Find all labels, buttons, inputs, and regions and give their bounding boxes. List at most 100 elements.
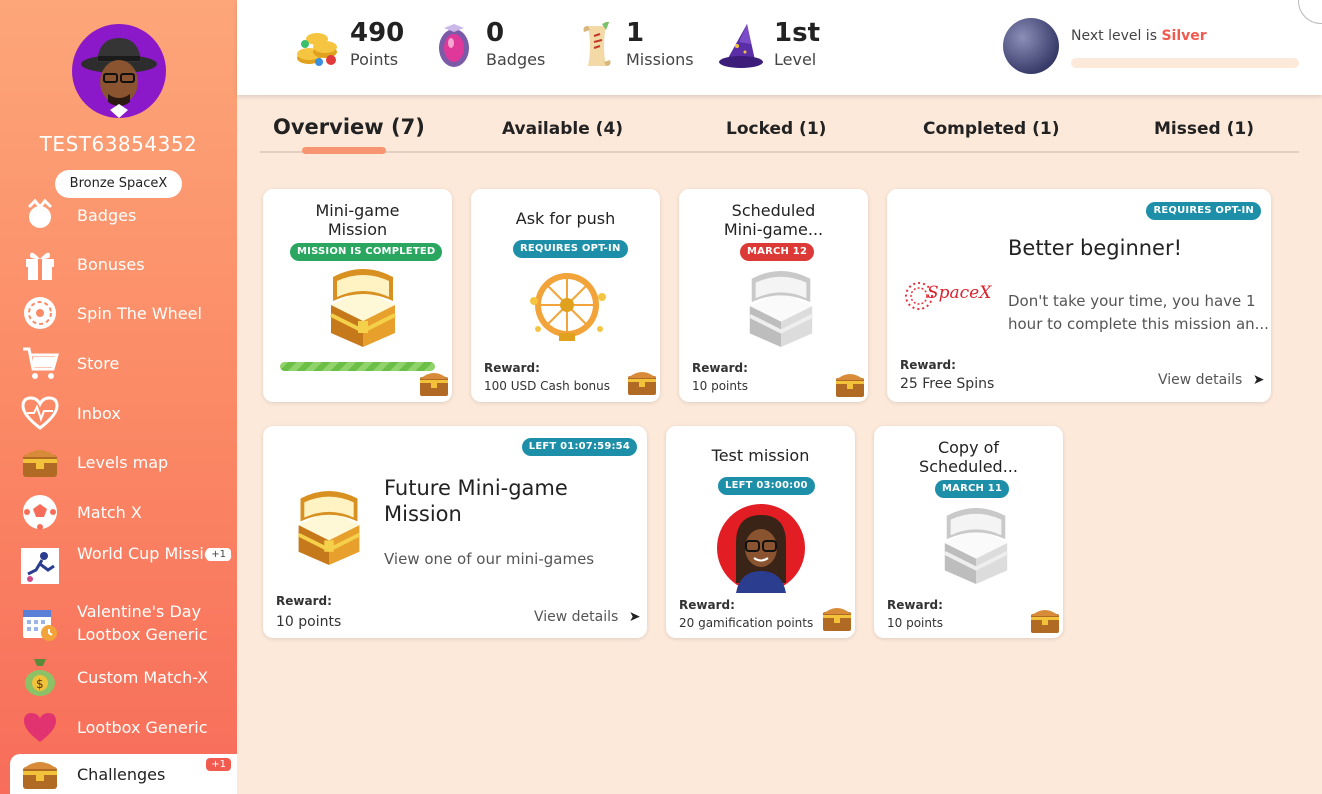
mission-card-test-mission[interactable]: Test mission LEFT 03:00:00 Reward: 20 ga… <box>666 426 855 638</box>
reward-value: 100 USD Cash bonus <box>484 379 610 393</box>
sidebar-item-label: Challenges <box>77 764 166 784</box>
tab-missed[interactable]: Missed (1) <box>1154 119 1254 139</box>
points-label: Points <box>350 50 399 69</box>
card-title: Mission <box>327 220 388 239</box>
chest-icon <box>823 608 851 631</box>
missions-label: Missions <box>626 50 694 69</box>
user-avatar-illustration <box>717 504 805 593</box>
view-details-link[interactable]: View details ➤ <box>1158 372 1265 388</box>
chest-icon <box>836 374 864 397</box>
level-value: 1st <box>774 18 820 48</box>
card-title: Scheduled <box>731 201 816 220</box>
status-badge: REQUIRES OPT-IN <box>513 240 628 258</box>
sidebar-item-label: Lootbox Generic <box>77 717 208 737</box>
sidebar: TEST63854352 Bronze SpaceX Badges Bonuse… <box>0 0 237 794</box>
badges-value: 0 <box>486 18 505 48</box>
mission-card-future-mini-game[interactable]: LEFT 01:07:59:54 Future Mini-game Missio… <box>263 426 647 638</box>
silver-level-orb-icon <box>1003 18 1059 74</box>
golden-chest-icon <box>330 269 396 347</box>
sidebar-item-bonuses[interactable]: Bonuses <box>0 240 237 288</box>
username: TEST63854352 <box>39 132 198 156</box>
card-title: Test mission <box>711 446 810 465</box>
coins-icon <box>295 22 341 70</box>
card-title: Copy of <box>937 438 1000 457</box>
soccer-ball-icon <box>20 492 60 532</box>
gem-badge-icon <box>434 22 480 70</box>
stats-header: 490 Points 0 Badges 1 Missions 1st Level… <box>237 0 1322 95</box>
mission-card-better-beginner[interactable]: REQUIRES OPT-IN Better beginner! SpaceX … <box>887 189 1271 402</box>
status-badge: MISSION IS COMPLETED <box>290 243 443 261</box>
status-badge: REQUIRES OPT-IN <box>1146 202 1261 220</box>
wizard-hat-icon <box>717 22 763 70</box>
badge-icon <box>20 194 60 234</box>
card-title: Mini-game <box>315 201 400 220</box>
mission-card-ask-for-push[interactable]: Ask for push REQUIRES OPT-IN Reward: 100… <box>471 189 660 402</box>
sidebar-item-world-cup-missions[interactable]: World Cup Missions +1 <box>0 542 237 590</box>
reward-value: 10 points <box>276 614 342 630</box>
golden-chest-icon <box>297 490 361 566</box>
silver-chest-icon <box>748 270 814 348</box>
tab-available[interactable]: Available (4) <box>502 119 623 139</box>
notification-badge: +1 <box>206 548 231 561</box>
chest-icon <box>20 754 60 794</box>
money-bag-icon: $ <box>20 657 60 697</box>
sidebar-item-match-x[interactable]: Match X <box>0 488 237 536</box>
view-details-link[interactable]: View details ➤ <box>534 609 641 625</box>
tab-locked[interactable]: Locked (1) <box>726 119 826 139</box>
svg-text:$: $ <box>36 677 44 691</box>
chest-icon <box>20 442 60 482</box>
tab-completed[interactable]: Completed (1) <box>923 119 1060 139</box>
tab-overview[interactable]: Overview (7) <box>273 115 425 139</box>
next-level-prefix: Next level is <box>1071 28 1157 44</box>
arrow-right-icon: ➤ <box>628 609 641 625</box>
reward-value: 20 gamification points <box>679 616 814 630</box>
sidebar-item-valentines-day[interactable]: Valentine's Day Lootbox Generic <box>0 600 237 648</box>
sidebar-item-label: Spin The Wheel <box>77 303 202 323</box>
prize-wheel-icon <box>530 273 606 341</box>
level-label: Level <box>774 50 817 69</box>
spacex-logo: SpaceX <box>903 279 995 313</box>
sidebar-item-lootbox-generic[interactable]: Lootbox Generic <box>0 703 237 751</box>
logo-text: SpaceX <box>927 283 992 303</box>
mission-progress-bar <box>280 362 435 371</box>
card-title: Scheduled... <box>919 457 1018 476</box>
reward-label: Reward: <box>679 598 735 612</box>
mission-card-copy-of-scheduled[interactable]: Copy of Scheduled... MARCH 11 Reward: 10… <box>874 426 1063 638</box>
sidebar-item-challenges[interactable]: Challenges +1 <box>10 754 237 794</box>
sidebar-item-custom-match-x[interactable]: $ Custom Match-X <box>0 653 237 701</box>
timer-badge: LEFT 01:07:59:54 <box>521 438 637 456</box>
cart-icon <box>20 343 60 383</box>
challenge-tabs: Overview (7) Available (4) Locked (1) Co… <box>260 115 1299 154</box>
timer-badge: LEFT 03:00:00 <box>718 477 815 495</box>
sidebar-item-store[interactable]: Store <box>0 339 237 387</box>
silver-chest-icon <box>943 507 1009 585</box>
missions-value: 1 <box>626 18 645 48</box>
mission-card-mini-game[interactable]: Mini-game Mission MISSION IS COMPLETED <box>263 189 452 402</box>
arrow-right-icon: ➤ <box>1252 372 1265 388</box>
reward-value: 10 points <box>692 379 748 393</box>
reward-label: Reward: <box>484 361 540 375</box>
points-value: 490 <box>350 18 405 48</box>
sidebar-item-inbox[interactable]: Inbox <box>0 389 237 437</box>
card-title: Ask for push <box>515 209 616 228</box>
sidebar-item-label: Inbox <box>77 403 121 423</box>
sidebar-item-label: Levels map <box>77 452 169 472</box>
card-title: Better beginner! <box>1008 236 1183 260</box>
sidebar-item-label: Badges <box>77 206 137 225</box>
chest-icon <box>420 373 448 396</box>
sidebar-item-label: Custom Match-X <box>77 667 209 687</box>
sidebar-item-badges[interactable]: Badges <box>0 190 237 238</box>
badges-label: Badges <box>486 50 546 69</box>
reward-value: 25 Free Spins <box>900 376 995 392</box>
sidebar-item-label: Bonuses <box>77 254 145 274</box>
mission-card-scheduled-mini-game[interactable]: Scheduled Mini-game... MARCH 12 Reward: … <box>679 189 868 402</box>
sidebar-item-spin-the-wheel[interactable]: Spin The Wheel <box>0 289 237 337</box>
next-level-progress-bar <box>1071 58 1299 68</box>
user-avatar[interactable] <box>72 24 166 118</box>
calendar-clock-icon <box>20 604 60 644</box>
date-badge: MARCH 11 <box>935 480 1010 498</box>
reward-value: 10 points <box>887 616 943 630</box>
sidebar-item-label: Match X <box>77 502 142 522</box>
date-badge: MARCH 12 <box>740 243 815 261</box>
sidebar-item-levels-map[interactable]: Levels map <box>0 438 237 486</box>
